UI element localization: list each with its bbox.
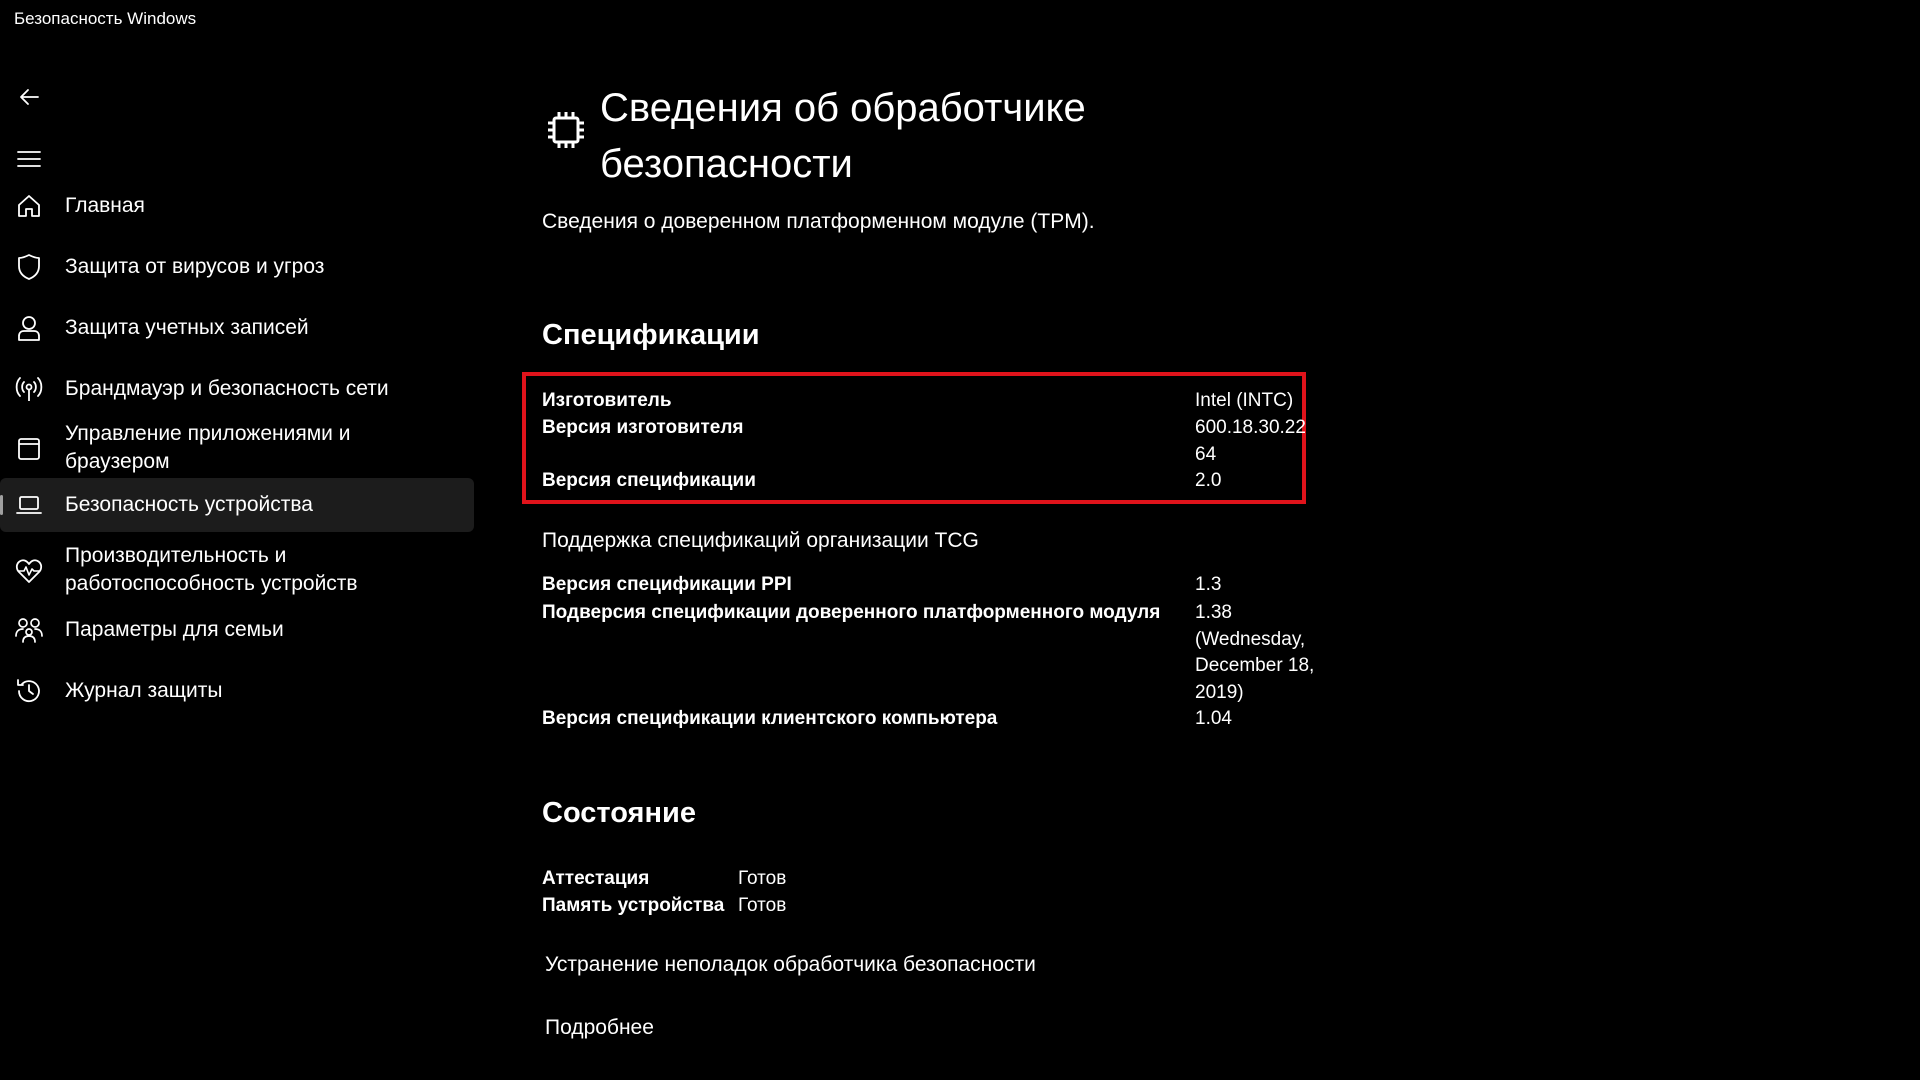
history-icon — [14, 676, 44, 706]
app-window-icon — [14, 434, 44, 464]
app-window: Безопасность Windows Главная Защита от в… — [0, 0, 1920, 1080]
sidebar-item-home[interactable]: Главная — [0, 180, 474, 232]
status-value: Готов — [738, 868, 787, 889]
spec-value: 2.0 — [1195, 470, 1222, 491]
main-content: Сведения об обработчике безопасности Све… — [520, 0, 1920, 1080]
status-heading: Состояние — [542, 797, 696, 829]
spec-key: Изготовитель — [542, 390, 672, 411]
troubleshoot-link[interactable]: Устранение неполадок обработчика безопас… — [545, 953, 1036, 977]
tcg-key: Подверсия спецификации доверенного платф… — [542, 602, 1161, 623]
sidebar-item-app-browser-control[interactable]: Управление приложениями и браузером — [0, 416, 474, 482]
tcg-value: 1.38 (Wednesday, December 18, 2019) — [1195, 602, 1315, 703]
page-subtitle: Сведения о доверенном платформенном моду… — [542, 210, 1095, 233]
tcg-key: Версия спецификации клиентского компьюте… — [542, 708, 998, 729]
sidebar-item-label: Управление приложениями и браузером — [65, 422, 351, 473]
sidebar-item-label: Защита от вирусов и угроз — [65, 255, 325, 278]
sidebar-item-virus-protection[interactable]: Защита от вирусов и угроз — [0, 241, 474, 293]
spec-value: 600.18.30.2264 — [1195, 417, 1306, 465]
sidebar-item-firewall[interactable]: Брандмауэр и безопасность сети — [0, 363, 474, 415]
status-key: Аттестация — [542, 868, 650, 889]
heart-pulse-icon — [14, 556, 44, 586]
back-button[interactable] — [10, 78, 48, 116]
laptop-icon — [14, 490, 44, 520]
tcg-value: 1.3 — [1195, 574, 1222, 595]
wireless-icon — [14, 374, 44, 404]
tcg-heading: Поддержка спецификаций организации TCG — [542, 529, 979, 552]
selection-indicator — [0, 495, 3, 515]
spec-key: Версия спецификации — [542, 470, 756, 491]
sidebar: Главная Защита от вирусов и угроз Защита… — [0, 38, 478, 1080]
back-arrow-icon — [20, 89, 39, 105]
sidebar-item-label: Журнал защиты — [65, 679, 223, 702]
hamburger-menu-icon — [17, 151, 41, 167]
shield-icon — [14, 252, 44, 282]
specs-heading: Спецификации — [542, 319, 760, 351]
processor-chip-icon — [548, 112, 584, 148]
sidebar-item-label: Безопасность устройства — [65, 493, 313, 516]
spec-key: Версия изготовителя — [542, 417, 744, 438]
spec-value: Intel (INTC) — [1195, 390, 1294, 411]
tcg-key: Версия спецификации PPI — [542, 574, 792, 595]
sidebar-item-device-performance[interactable]: Производительность и работоспособность у… — [0, 538, 474, 604]
app-title: Безопасность Windows — [14, 9, 197, 28]
sidebar-item-protection-history[interactable]: Журнал защиты — [0, 665, 474, 717]
sidebar-item-label: Главная — [65, 194, 145, 217]
sidebar-item-account-protection[interactable]: Защита учетных записей — [0, 302, 474, 354]
status-key: Память устройства — [542, 895, 725, 916]
sidebar-item-label: Производительность и работоспособность у… — [65, 544, 358, 595]
sidebar-item-label: Параметры для семьи — [65, 618, 284, 641]
menu-button[interactable] — [10, 140, 48, 178]
family-icon — [14, 615, 44, 645]
learn-more-link[interactable]: Подробнее — [545, 1016, 654, 1040]
person-icon — [14, 313, 44, 343]
sidebar-item-label: Брандмауэр и безопасность сети — [65, 377, 389, 400]
page-title: Сведения об обработчике безопасности — [600, 86, 1086, 186]
home-icon — [14, 191, 44, 221]
sidebar-item-device-security[interactable]: Безопасность устройства — [0, 478, 474, 532]
status-value: Готов — [738, 895, 787, 916]
tcg-value: 1.04 — [1195, 708, 1232, 729]
sidebar-item-family-options[interactable]: Параметры для семьи — [0, 604, 474, 656]
sidebar-item-label: Защита учетных записей — [65, 316, 309, 339]
